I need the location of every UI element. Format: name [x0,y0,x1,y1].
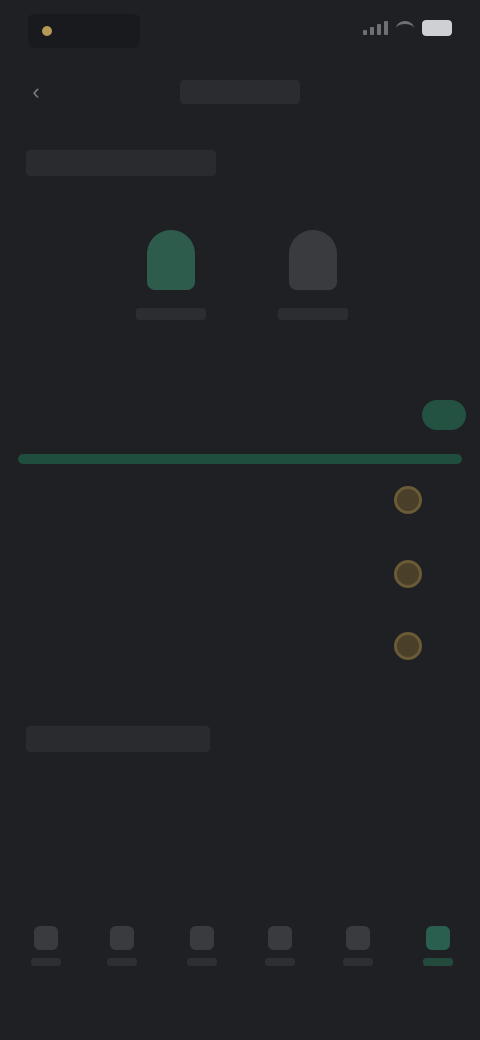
mode-label [136,308,206,320]
bell-icon [289,230,337,290]
nav-label [107,958,137,966]
radio-icon[interactable] [394,486,422,514]
signal-icon [363,21,388,35]
chart-icon [110,926,134,950]
nav-item-wallet[interactable] [260,926,300,978]
nav-label [265,958,295,966]
nav-item-home[interactable] [26,926,66,978]
page-title [180,80,300,104]
section-heading-secondary [26,726,210,752]
primary-setting-row[interactable] [0,392,480,442]
bottom-nav [0,920,480,990]
wifi-icon [396,20,414,36]
back-button[interactable]: ‹ [20,76,52,108]
arrow-left-icon: ‹ [32,79,40,104]
secondary-setting-row[interactable] [0,804,480,860]
user-icon [346,926,370,950]
nav-label [423,958,453,966]
mode-label [278,308,348,320]
status-indicator-icon [42,26,52,36]
section-heading-primary [26,150,216,176]
nav-item-user[interactable] [338,926,378,978]
nav-label [343,958,373,966]
battery-icon [422,20,452,36]
radio-icon[interactable] [394,632,422,660]
option-row[interactable] [0,630,480,664]
nav-item-chart[interactable] [102,926,142,978]
status-icons [363,20,452,36]
home-icon [34,926,58,950]
option-row[interactable] [0,484,480,518]
settings-icon [426,926,450,950]
header: ‹ [0,66,480,118]
app-screen: ‹ [0,0,480,1040]
nav-label [187,958,217,966]
wallet-icon [268,926,292,950]
primary-setting-toggle[interactable] [422,400,466,430]
status-left-pill [28,14,140,48]
radio-icon[interactable] [394,560,422,588]
nav-item-settings[interactable] [418,926,458,978]
nav-label [31,958,61,966]
progress-divider [18,454,462,464]
option-row[interactable] [0,558,480,592]
shield-icon [147,230,195,290]
status-bar [0,0,480,60]
list-icon [190,926,214,950]
mode-option-secondary[interactable] [268,230,358,330]
nav-item-list[interactable] [182,926,222,978]
mode-option-primary[interactable] [126,230,216,330]
